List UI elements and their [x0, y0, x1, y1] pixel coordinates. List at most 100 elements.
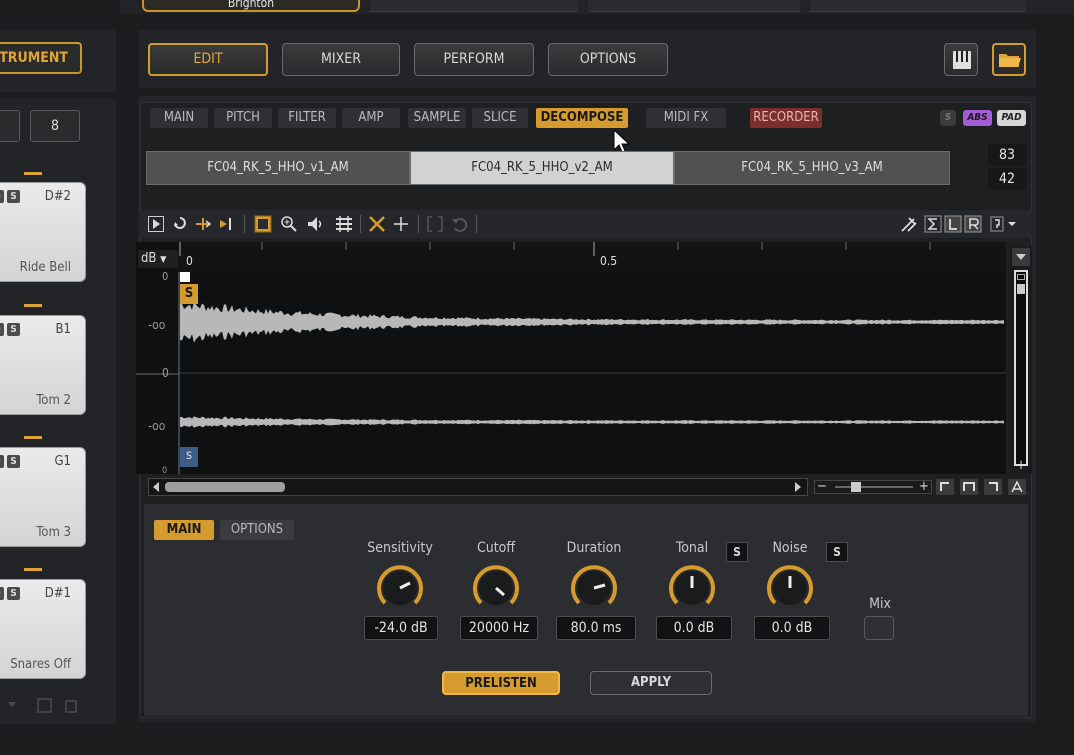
pad-tom-2[interactable]: 0S B1 Tom 2 — [0, 315, 86, 415]
channel-menu-icon[interactable] — [990, 215, 1018, 233]
marker-pen-icon[interactable] — [900, 215, 918, 233]
time-ruler[interactable]: 0 0.5 — [178, 242, 1006, 272]
vertical-zoom-bar[interactable]: + — [1010, 246, 1032, 474]
tab-decompose-options[interactable]: OPTIONS — [220, 520, 294, 540]
perform-button[interactable]: PERFORM — [414, 43, 534, 76]
top-tab-brighton[interactable]: Brighton — [142, 0, 360, 12]
mix-toggle[interactable] — [864, 616, 894, 640]
prelisten-button[interactable]: PRELISTEN — [442, 671, 560, 695]
top-tab-3[interactable] — [588, 0, 800, 12]
horizontal-scroll-thumb[interactable] — [165, 482, 285, 492]
keyboard-button[interactable] — [944, 43, 978, 76]
instrument-button[interactable]: STRUMENT — [0, 42, 82, 74]
zoom-icon[interactable] — [280, 215, 298, 233]
right-channel-icon[interactable] — [964, 215, 982, 233]
scroll-thumb[interactable] — [1017, 284, 1025, 294]
tab-amp[interactable]: AMP — [342, 108, 400, 128]
tab-slice[interactable]: SLICE — [472, 108, 528, 128]
cutoff-value[interactable]: 20000 Hz — [460, 616, 538, 640]
sample-start-handle[interactable] — [180, 272, 190, 282]
pad-tom-3[interactable]: 0S G1 Tom 3 — [0, 447, 86, 547]
tonal-knob[interactable] — [666, 562, 718, 614]
duration-value[interactable]: 80.0 ms — [556, 616, 636, 640]
play-icon[interactable] — [148, 216, 164, 232]
mute-icon[interactable]: 0 — [0, 455, 4, 468]
sensitivity-value[interactable]: -24.0 dB — [364, 616, 438, 640]
db-dropdown[interactable]: dB ▼ — [138, 250, 178, 268]
horizontal-scrollbar[interactable] — [148, 478, 808, 496]
vertical-scroll-track[interactable] — [1014, 270, 1028, 466]
mixer-button[interactable]: MIXER — [282, 43, 400, 76]
waveform-display[interactable]: dB ▼ 0 -oo 0 -oo 0 S s — [136, 242, 1006, 474]
options-button[interactable]: OPTIONS — [548, 43, 668, 76]
pad-bank-button-left[interactable] — [0, 110, 20, 142]
pad-flag[interactable]: PAD — [997, 110, 1026, 126]
slice-marker[interactable]: s — [180, 447, 198, 467]
fit-icon[interactable] — [334, 214, 354, 234]
mute-icon[interactable]: 0 — [0, 323, 4, 336]
tab-main[interactable]: MAIN — [150, 108, 208, 128]
mute-icon[interactable]: 0 — [0, 587, 4, 600]
loop-icon[interactable] — [172, 216, 188, 232]
pad-bank-button-8[interactable]: 8 — [30, 110, 80, 142]
tab-filter[interactable]: FILTER — [278, 108, 336, 128]
sum-icon[interactable] — [924, 215, 942, 233]
edit-button[interactable]: EDIT — [148, 43, 268, 76]
layer-v3[interactable]: FC04_RK_5_HHO_v3_AM — [674, 151, 950, 185]
top-tab-2[interactable] — [370, 0, 578, 12]
load-button[interactable] — [992, 43, 1026, 76]
crossfade-icon[interactable] — [368, 215, 386, 233]
tab-recorder[interactable]: RECORDER — [750, 108, 822, 128]
tonal-value[interactable]: 0.0 dB — [656, 616, 732, 640]
tab-pitch[interactable]: PITCH — [214, 108, 272, 128]
solo-icon[interactable]: S — [7, 455, 20, 468]
solo-flag[interactable]: S — [940, 110, 956, 126]
pad-ride-bell[interactable]: 0S D#2 Ride Bell — [0, 182, 86, 282]
jump-icon[interactable] — [218, 216, 234, 232]
bracket-icon[interactable] — [426, 215, 444, 233]
tab-midi-fx[interactable]: MIDI FX — [646, 108, 726, 128]
top-tab-4[interactable] — [810, 0, 1026, 12]
horizontal-zoom-slider[interactable]: − + — [814, 480, 932, 494]
mute-icon[interactable]: 0 — [0, 190, 4, 203]
left-channel-icon[interactable] — [944, 215, 962, 233]
divider — [0, 92, 116, 98]
scroll-left-icon[interactable] — [151, 482, 161, 492]
zero-crossing-icon[interactable] — [392, 215, 410, 233]
scroll-right-icon[interactable] — [793, 482, 803, 492]
zoom-slider-thumb[interactable] — [851, 482, 861, 492]
tab-decompose[interactable]: DECOMPOSE — [536, 108, 628, 128]
solo-icon[interactable]: S — [7, 587, 20, 600]
solo-icon[interactable]: S — [7, 323, 20, 336]
duration-knob[interactable] — [568, 562, 620, 614]
solo-icon[interactable]: S — [7, 190, 20, 203]
tab-decompose-main[interactable]: MAIN — [154, 520, 214, 540]
abs-flag[interactable]: ABS — [963, 110, 992, 126]
zoom-in-icon[interactable]: + — [919, 480, 929, 494]
ruler-label-start: 0 — [186, 254, 193, 268]
velocity-low-value[interactable]: 42 — [988, 168, 1026, 190]
scroll-down-button[interactable] — [1012, 248, 1030, 266]
start-marker[interactable]: S — [180, 284, 198, 304]
align-right-icon — [984, 479, 1002, 495]
cutoff-knob[interactable] — [470, 562, 522, 614]
snap-icon[interactable] — [194, 216, 212, 232]
noise-knob[interactable] — [764, 562, 816, 614]
speaker-icon[interactable] — [306, 215, 324, 233]
velocity-high-value[interactable]: 83 — [988, 144, 1026, 166]
zoom-out-icon[interactable]: − — [817, 480, 827, 494]
tab-sample[interactable]: SAMPLE — [408, 108, 466, 128]
apply-button[interactable]: APPLY — [590, 671, 712, 695]
noise-value[interactable]: 0.0 dB — [754, 616, 830, 640]
layer-v2[interactable]: FC04_RK_5_HHO_v2_AM — [410, 151, 674, 185]
waveform-right-channel — [180, 416, 1004, 428]
pad-indicator — [24, 172, 42, 175]
undo-icon[interactable] — [450, 215, 468, 233]
scroll-thumb[interactable] — [1017, 274, 1025, 280]
select-range-icon[interactable] — [254, 215, 272, 233]
layer-v1[interactable]: FC04_RK_5_HHO_v1_AM — [146, 151, 410, 185]
noise-solo-button[interactable]: S — [826, 542, 848, 562]
sensitivity-knob[interactable] — [374, 562, 426, 614]
pad-snares-off[interactable]: 0S D#1 Snares Off — [0, 579, 86, 679]
zoom-in-icon[interactable]: + — [1014, 459, 1028, 472]
